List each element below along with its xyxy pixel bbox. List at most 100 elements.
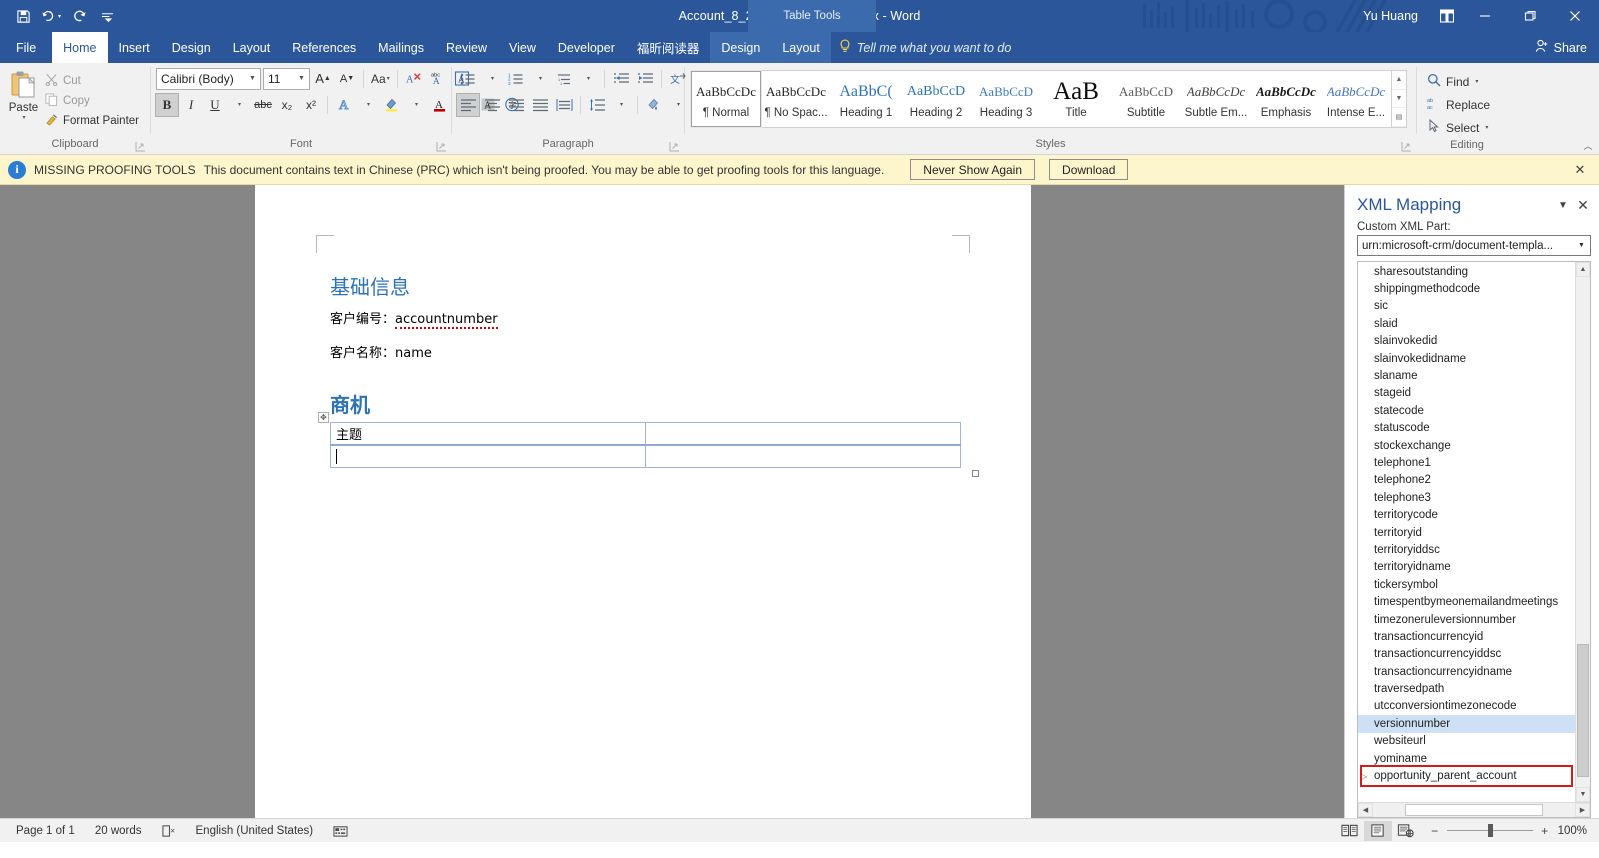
style-item-subtitle[interactable]: AaBbCcD Subtitle xyxy=(1111,71,1181,127)
shrink-font-button[interactable]: A ▼ xyxy=(336,68,358,90)
styles-gallery-scroll[interactable]: ▲ ▼ ▤ xyxy=(1392,70,1407,128)
document-page[interactable]: 基础信息 客户编号：accountnumber 客户名称：name 商机 ✥ 主… xyxy=(255,185,1031,818)
custom-xml-part-combo[interactable]: urn:microsoft-crm/document-templa... ▼ xyxy=(1357,235,1591,256)
xml-node-transactioncurrencyidname[interactable]: transactioncurrencyidname xyxy=(1358,663,1575,680)
styles-gallery[interactable]: AaBbCcDc ¶ Normal AaBbCcDc ¶ No Spac... AaBb… xyxy=(690,70,1392,128)
zoom-level-label[interactable]: 100% xyxy=(1558,825,1593,837)
xml-node-opportunity_parent_account[interactable]: ▷ opportunity_parent_account xyxy=(1358,767,1575,784)
styles-dialog-launcher[interactable] xyxy=(1401,141,1412,152)
zoom-slider[interactable] xyxy=(1446,824,1533,837)
collapse-ribbon-button[interactable]: ︿ xyxy=(1581,138,1595,152)
select-dropdown-arrow[interactable]: ▾ xyxy=(1485,124,1488,131)
zoom-slider-thumb[interactable] xyxy=(1487,824,1493,837)
styles-scroll-down-icon[interactable]: ▼ xyxy=(1392,90,1406,109)
redo-icon[interactable] xyxy=(66,4,92,28)
tab-mailings[interactable]: Mailings xyxy=(367,32,435,63)
download-button[interactable]: Download xyxy=(1049,159,1129,180)
style-item-title[interactable]: AaB Title xyxy=(1041,71,1111,127)
numbering-dropdown-arrow[interactable]: ▾ xyxy=(529,68,551,90)
chevron-down-icon[interactable]: ▼ xyxy=(294,75,309,82)
clipboard-dialog-launcher[interactable] xyxy=(135,141,146,152)
xml-node-shippingmethodcode[interactable]: shippingmethodcode xyxy=(1358,280,1575,297)
xml-node-telephone1[interactable]: telephone1 xyxy=(1358,454,1575,471)
xml-node-timespentbymeonemailandmeetings[interactable]: timespentbymeonemailandmeetings xyxy=(1358,593,1575,610)
xml-tree[interactable]: sharesoutstanding shippingmethodcode sic sl… xyxy=(1358,262,1575,802)
zoom-in-button[interactable]: + xyxy=(1540,824,1550,838)
table-move-handle[interactable]: ✥ xyxy=(318,412,329,423)
phonetic-guide-icon[interactable]: abc A xyxy=(427,68,449,90)
xml-node-timezoneruleversionnumber[interactable]: timezoneruleversionnumber xyxy=(1358,611,1575,628)
style-item-heading-1[interactable]: AaBbC(Heading 1 xyxy=(831,71,901,127)
find-button[interactable]: Find ▾ xyxy=(1422,70,1495,93)
tab-file[interactable]: File xyxy=(0,32,53,63)
xml-node-territoryid[interactable]: territoryid xyxy=(1358,524,1575,541)
xml-node-traversedpath[interactable]: traversedpath xyxy=(1358,680,1575,697)
scroll-thumb[interactable] xyxy=(1577,644,1589,777)
xml-node-slainvokedidname[interactable]: slainvokedidname xyxy=(1358,350,1575,367)
table-header-cell-empty[interactable] xyxy=(645,422,961,446)
format-painter-button[interactable]: Format Painter xyxy=(42,111,145,131)
italic-button[interactable]: I xyxy=(180,94,202,116)
paste-dropdown-arrow[interactable]: ▾ xyxy=(22,114,25,121)
line-spacing-dropdown-arrow[interactable]: ▾ xyxy=(610,94,632,116)
tab-developer[interactable]: Developer xyxy=(547,32,626,63)
clear-formatting-icon[interactable]: A xyxy=(403,68,425,90)
style-item-subtle-em[interactable]: AaBbCcDc Subtle Em... xyxy=(1181,71,1251,127)
xml-node-statecode[interactable]: statecode xyxy=(1358,402,1575,419)
xml-tree-container[interactable]: sharesoutstanding shippingmethodcode sic sl… xyxy=(1357,261,1591,818)
text-highlight-icon[interactable] xyxy=(381,94,403,116)
table-header-cell-subject[interactable]: 主题 xyxy=(330,422,646,446)
grow-font-button[interactable]: A ▲ xyxy=(312,68,334,90)
customize-qat-icon[interactable] xyxy=(94,4,120,28)
line-spacing-icon[interactable] xyxy=(586,94,608,116)
tab-view[interactable]: View xyxy=(498,32,547,63)
close-button[interactable] xyxy=(1552,0,1597,32)
justify-icon[interactable] xyxy=(529,94,551,116)
style-item-normal[interactable]: AaBbCcDc ¶ Normal xyxy=(690,70,762,128)
xml-node-territorycode[interactable]: territorycode xyxy=(1358,506,1575,523)
xml-tree-horizontal-scrollbar[interactable]: ◀ ▶ xyxy=(1358,802,1590,817)
xml-node-slainvokedid[interactable]: slainvokedid xyxy=(1358,333,1575,350)
xml-node-stockexchange[interactable]: stockexchange xyxy=(1358,437,1575,454)
message-bar-close-icon[interactable]: ✕ xyxy=(1569,159,1591,181)
chevron-down-icon[interactable]: ▼ xyxy=(1573,236,1590,255)
zoom-control[interactable]: − + xyxy=(1420,824,1558,838)
web-layout-icon[interactable] xyxy=(1392,821,1420,841)
xml-node-versionnumber[interactable]: versionnumber xyxy=(1358,715,1575,733)
tab-home[interactable]: Home xyxy=(52,32,108,63)
bullets-icon[interactable] xyxy=(457,68,479,90)
macro-record-icon[interactable] xyxy=(323,824,358,838)
style-item-emphasis[interactable]: AaBbCcDc Emphasis xyxy=(1251,71,1321,127)
xml-node-territoryidname[interactable]: territoryidname xyxy=(1358,559,1575,576)
scroll-track[interactable] xyxy=(1576,277,1590,787)
scroll-right-icon[interactable]: ▶ xyxy=(1575,803,1590,817)
style-item-heading-2[interactable]: AaBbCcD Heading 2 xyxy=(901,71,971,127)
xml-node-stageid[interactable]: stageid xyxy=(1358,385,1575,402)
opportunity-table-wrapper[interactable]: ✥ 主题 xyxy=(318,412,979,477)
tab-foxit-reader[interactable]: 福昕阅读器 xyxy=(626,32,711,63)
tab-table-design[interactable]: Design xyxy=(710,32,772,63)
paragraph-dialog-launcher[interactable] xyxy=(669,141,680,152)
align-right-icon[interactable] xyxy=(505,94,527,116)
font-size-combo[interactable]: 11 ▼ xyxy=(263,67,310,90)
xml-node-transactioncurrencyiddsc[interactable]: transactioncurrencyiddsc xyxy=(1358,646,1575,663)
restore-button[interactable] xyxy=(1507,0,1552,32)
document-body[interactable]: 基础信息 客户编号：accountnumber 客户名称：name 商机 ✥ 主… xyxy=(318,271,979,477)
undo-icon[interactable]: ▾ xyxy=(38,4,64,28)
xml-node-slaid[interactable]: slaid xyxy=(1358,315,1575,332)
scroll-up-icon[interactable]: ▲ xyxy=(1576,262,1590,277)
xml-node-yominame[interactable]: yominame xyxy=(1358,750,1575,767)
xml-node-transactioncurrencyid[interactable]: transactioncurrencyid xyxy=(1358,628,1575,645)
decrease-indent-icon[interactable] xyxy=(610,68,632,90)
scroll-down-icon[interactable]: ▼ xyxy=(1576,787,1590,802)
underline-dropdown-arrow[interactable]: ▾ xyxy=(228,94,250,116)
xml-node-slaname[interactable]: slaname xyxy=(1358,367,1575,384)
tab-references[interactable]: References xyxy=(281,32,367,63)
never-show-again-button[interactable]: Never Show Again xyxy=(910,159,1036,180)
hscroll-thumb[interactable] xyxy=(1405,804,1543,816)
style-item-no-spac[interactable]: AaBbCcDc ¶ No Spac... xyxy=(761,71,831,127)
multilevel-list-icon[interactable]: 11 xyxy=(553,68,575,90)
styles-more-icon[interactable]: ▤ xyxy=(1392,108,1406,128)
chevron-down-icon[interactable]: ▼ xyxy=(245,75,260,82)
table-cell-r1c1[interactable] xyxy=(330,444,646,468)
